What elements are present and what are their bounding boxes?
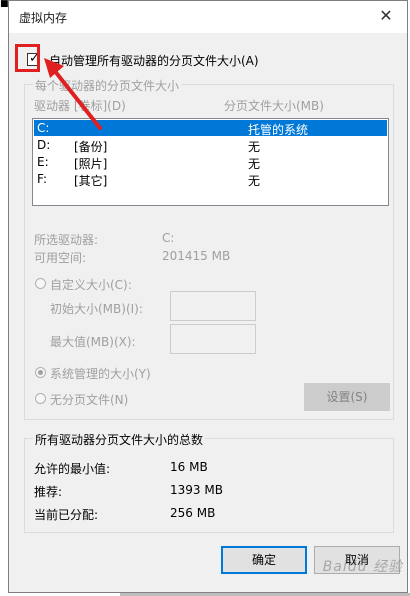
current-label: 当前已分配:	[34, 508, 99, 522]
set-button[interactable]: 设置(S)	[304, 383, 390, 411]
watermark: Baidu 经验	[322, 559, 403, 575]
system-managed-radio[interactable]	[35, 367, 46, 378]
close-icon[interactable]: ✕	[371, 3, 401, 29]
no-paging-radio[interactable]	[35, 393, 46, 404]
free-space-label: 可用空间:	[34, 251, 87, 265]
custom-size-label[interactable]: 自定义大小(C):	[50, 276, 132, 293]
selected-drive-value: C:	[162, 231, 175, 245]
system-managed-label[interactable]: 系统管理的大小(Y)	[50, 365, 151, 382]
drive-letter: F:	[37, 172, 48, 186]
drive-size: 无	[248, 140, 261, 154]
min-label: 允许的最小值:	[34, 462, 111, 476]
drive-size: 无	[248, 157, 261, 171]
ok-button[interactable]: 确定	[221, 546, 307, 574]
free-space-value: 201415 MB	[162, 249, 231, 263]
totals-group-title: 所有驱动器分页文件大小的总数	[33, 431, 206, 448]
drive-row-d[interactable]: D: [备份] 无	[34, 137, 387, 154]
title-bar: 虚拟内存 ✕	[9, 1, 407, 33]
min-value: 16 MB	[170, 460, 208, 474]
annotation-arrow-icon	[44, 58, 102, 130]
selected-drive-label: 所选驱动器:	[34, 233, 99, 247]
totals-group: 所有驱动器分页文件大小的总数 允许的最小值: 16 MB 推荐: 1393 MB…	[24, 431, 394, 533]
drive-label: [照片]	[74, 157, 108, 171]
drive-label: [其它]	[74, 174, 108, 188]
drive-letter: D:	[37, 138, 51, 152]
drive-size: 托管的系统	[248, 123, 309, 137]
drive-label: [备份]	[74, 140, 108, 154]
current-value: 256 MB	[170, 506, 216, 520]
window-title: 虚拟内存	[19, 11, 68, 25]
no-paging-label[interactable]: 无分页文件(N)	[50, 391, 128, 408]
initial-size-label: 初始大小(MB)(I):	[50, 302, 143, 316]
background-fragment: ■	[0, 0, 8, 9]
max-size-input[interactable]	[170, 324, 256, 354]
drive-size: 无	[248, 174, 261, 188]
max-size-label: 最大值(MB)(X):	[50, 335, 136, 349]
drive-row-f[interactable]: F: [其它] 无	[34, 171, 387, 188]
custom-size-radio[interactable]	[35, 278, 46, 289]
recommended-value: 1393 MB	[170, 483, 223, 497]
highlight-box	[15, 44, 40, 72]
size-column-header: 分页文件大小(MB)	[224, 99, 324, 113]
recommended-label: 推荐:	[34, 485, 63, 499]
initial-size-input[interactable]	[170, 291, 256, 321]
drive-letter: E:	[37, 155, 49, 169]
drive-row-e[interactable]: E: [照片] 无	[34, 154, 387, 171]
